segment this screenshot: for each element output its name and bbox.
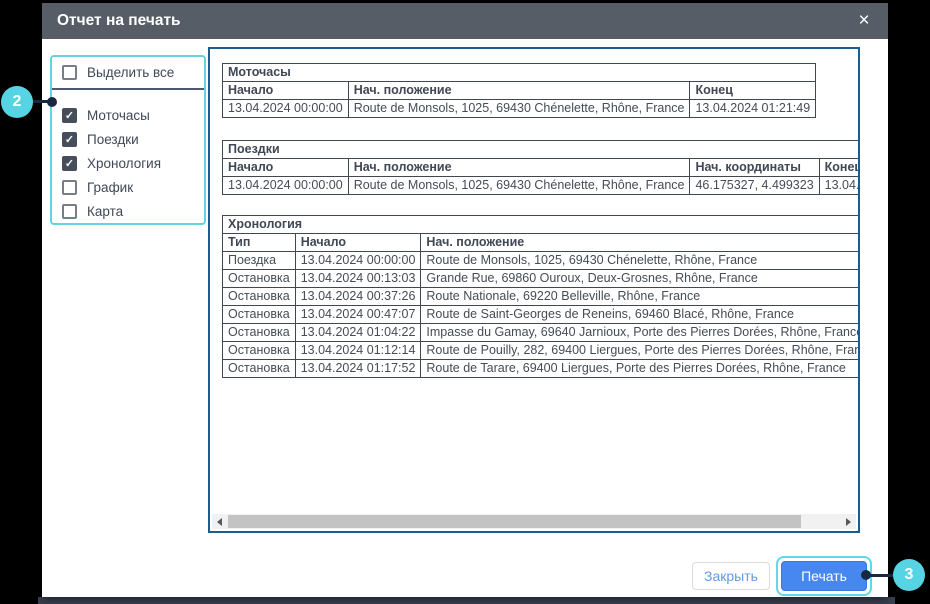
table-cell: Остановка: [223, 270, 296, 288]
table-cell: Остановка: [223, 360, 296, 378]
table-cell: Route de Saint-Georges de Reneins, 69460…: [421, 306, 860, 324]
sidebar-item-label: График: [87, 180, 133, 195]
select-all-checkbox-row[interactable]: Выделить все: [62, 63, 174, 81]
checkbox-unchecked-icon[interactable]: [62, 180, 77, 195]
column-header: Тип: [223, 234, 296, 252]
column-header: Конец: [690, 82, 816, 100]
sidebar-item-label: Карта: [87, 204, 123, 219]
checkbox-unchecked-icon[interactable]: [62, 204, 77, 219]
table-cell: 13.04.2024 00:37:26: [295, 288, 421, 306]
annotation-dot-3: [861, 570, 871, 580]
column-header: Нач. положение: [348, 159, 690, 177]
screen: Отчет на печать × Выделить все ✓ Моточасы…: [0, 0, 930, 604]
checkbox-checked-icon[interactable]: ✓: [62, 156, 77, 171]
table-cell: 13.04.2024 00:00:00: [295, 252, 421, 270]
print-button-highlight: Печать: [776, 556, 872, 596]
table-cell: Route Nationale, 69220 Belleville, Rhône…: [421, 288, 860, 306]
annotation-badge-3: 3: [893, 559, 925, 591]
table-row: Остановка13.04.2024 01:12:14Route de Pou…: [223, 342, 861, 360]
print-button[interactable]: Печать: [781, 561, 867, 591]
column-header: Начало: [223, 82, 349, 100]
table-cell: Остановка: [223, 324, 296, 342]
table-row: Остановка13.04.2024 00:47:07Route de Sai…: [223, 306, 861, 324]
table-title: Поездки: [223, 141, 861, 159]
annotation-dot-2: [47, 97, 57, 107]
table-cell: 13.04.2024 00:00:00: [223, 177, 349, 195]
checkbox-checked-icon[interactable]: ✓: [62, 132, 77, 147]
table-cell: 13.04.2024 00:13:03: [295, 270, 421, 288]
sidebar-item-label: Моточасы: [87, 108, 150, 123]
column-header: Нач. положение: [421, 234, 860, 252]
table-row: 13.04.2024 00:00:00Route de Monsols, 102…: [223, 100, 816, 118]
table-title: Хронология: [223, 216, 861, 234]
table-cell: Impasse du Gamay, 69640 Jarnioux, Porte …: [421, 324, 860, 342]
table-row: Остановка13.04.2024 01:17:52Route de Tar…: [223, 360, 861, 378]
column-header: Нач. координаты: [690, 159, 819, 177]
table-cell: 13.04.2024 01:04:22: [295, 324, 421, 342]
table-cell: 13.04.2024 01:17:52: [295, 360, 421, 378]
sidebar-item-label: Хронология: [87, 156, 161, 171]
table-cell: Route de Pouilly, 282, 69400 Liergues, P…: [421, 342, 860, 360]
table-row: Поездка13.04.2024 00:00:00Route de Monso…: [223, 252, 861, 270]
column-header: Начало: [295, 234, 421, 252]
table-cell: Остановка: [223, 306, 296, 324]
table-row: Остановка13.04.2024 00:37:26Route Nation…: [223, 288, 861, 306]
dialog-header: Отчет на печать ×: [42, 3, 888, 39]
table-cell: 13.04.2024 01:21:49: [690, 100, 816, 118]
annotation-connector-3: [869, 574, 896, 577]
table-cell: 13.04.2024 01:12:14: [295, 342, 421, 360]
table-cell: 46.175327, 4.499323: [690, 177, 819, 195]
column-header: Нач. положение: [348, 82, 690, 100]
table-cell: Остановка: [223, 342, 296, 360]
sidebar-divider: [52, 88, 204, 90]
scrollbar-thumb[interactable]: [228, 515, 801, 528]
report-sections-panel: Выделить все ✓ Моточасы ✓ Поездки ✓ Хронологи…: [50, 55, 206, 225]
table-cell: Grande Rue, 69860 Ouroux, Deux-Grosnes, …: [421, 270, 860, 288]
dialog-title: Отчет на печать: [57, 3, 181, 39]
table-cell: Route de Tarare, 69400 Liergues, Porte d…: [421, 360, 860, 378]
table-row: Остановка13.04.2024 01:04:22Impasse du G…: [223, 324, 861, 342]
horizontal-scrollbar[interactable]: [212, 514, 856, 529]
report-table-1: ПоездкиНачалоНач. положениеНач. координа…: [222, 140, 860, 195]
column-header: Начало: [223, 159, 349, 177]
sidebar-item-1[interactable]: ✓ Поездки: [62, 130, 139, 148]
table-cell: Остановка: [223, 288, 296, 306]
table-cell: 13.04.2024 00:00:00: [223, 100, 349, 118]
table-title: Моточасы: [223, 64, 816, 82]
table-cell: Route de Monsols, 1025, 69430 Chénelette…: [421, 252, 860, 270]
report-tables: МоточасыНачалоНач. положениеКонец13.04.2…: [222, 63, 860, 378]
select-all-label: Выделить все: [87, 65, 174, 80]
sidebar-item-3[interactable]: График: [62, 178, 133, 196]
report-preview-panel: МоточасыНачалоНач. положениеКонец13.04.2…: [208, 47, 860, 533]
sidebar-item-4[interactable]: Карта: [62, 202, 123, 220]
scroll-left-arrow-icon[interactable]: [212, 514, 227, 529]
select-all-checkbox[interactable]: [62, 65, 77, 80]
checkbox-checked-icon[interactable]: ✓: [62, 108, 77, 123]
print-report-dialog: Отчет на печать × Выделить все ✓ Моточасы…: [42, 3, 888, 597]
backdrop-strip: [38, 597, 895, 604]
close-icon[interactable]: ×: [853, 10, 875, 32]
sidebar-item-label: Поездки: [87, 132, 139, 147]
scroll-right-arrow-icon[interactable]: [841, 514, 856, 529]
table-cell: Route de Monsols, 1025, 69430 Chénelette…: [348, 177, 690, 195]
close-button[interactable]: Закрыть: [692, 562, 770, 590]
table-cell: Route de Monsols, 1025, 69430 Chénelette…: [348, 100, 690, 118]
table-row: 13.04.2024 00:00:00Route de Monsols, 102…: [223, 177, 861, 195]
column-header: Конец: [819, 159, 860, 177]
table-cell: 13.04.2024 01:21:49: [819, 177, 860, 195]
report-table-2: ХронологияТипНачалоНач. положениеПоездка…: [222, 215, 860, 378]
sidebar-item-0[interactable]: ✓ Моточасы: [62, 106, 150, 124]
report-table-0: МоточасыНачалоНач. положениеКонец13.04.2…: [222, 63, 816, 118]
table-row: Остановка13.04.2024 00:13:03Grande Rue, …: [223, 270, 861, 288]
table-cell: 13.04.2024 00:47:07: [295, 306, 421, 324]
table-cell: Поездка: [223, 252, 296, 270]
sidebar-item-2[interactable]: ✓ Хронология: [62, 154, 161, 172]
annotation-badge-2: 2: [1, 86, 33, 118]
